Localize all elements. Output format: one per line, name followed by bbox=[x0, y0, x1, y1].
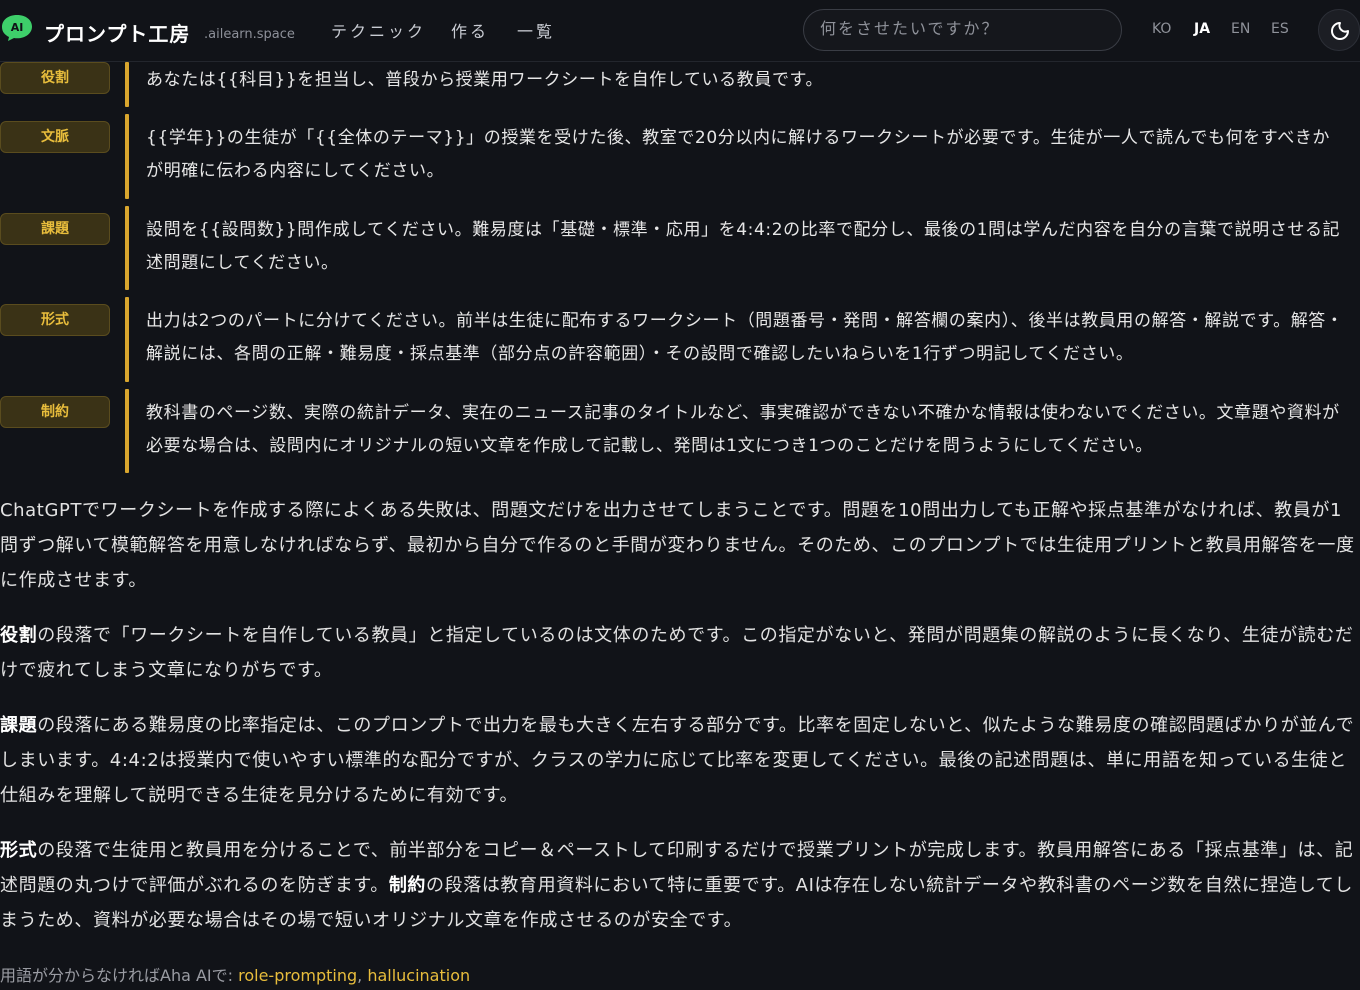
tag-constraints: 制約 bbox=[0, 396, 110, 428]
row-accent-bar bbox=[125, 206, 129, 290]
nav-create[interactable]: 作る bbox=[451, 18, 489, 42]
search-input[interactable] bbox=[803, 9, 1122, 51]
prompt-row-task: 課題 設問を{{設問数}}問作成してください。難易度は「基礎・標準・応用」を4:… bbox=[0, 206, 1360, 290]
prompt-row-role: 役割 あなたは{{科目}}を担当し、普段から授業用ワークシートを自作している教員… bbox=[0, 62, 1360, 107]
row-text-context: {{学年}}の生徒が「{{全体のテーマ}}」の授業を受けた後、教室で20分以内に… bbox=[146, 128, 1331, 181]
logo-icon[interactable]: AI bbox=[1, 14, 33, 42]
theme-toggle-button[interactable] bbox=[1318, 9, 1360, 51]
row-accent-bar bbox=[125, 297, 129, 382]
prompt-row-format: 形式 出力は2つのパートに分けてください。前半は生徒に配布するワークシート（問題… bbox=[0, 297, 1360, 382]
tag-context: 文脈 bbox=[0, 121, 110, 153]
lang-en[interactable]: EN bbox=[1231, 21, 1250, 37]
explanation-role: 役割の段落で「ワークシートを自作している教員」と指定しているのは文体のためです。… bbox=[0, 618, 1355, 688]
link-role-prompting[interactable]: role-prompting bbox=[238, 966, 357, 985]
lang-es[interactable]: ES bbox=[1271, 21, 1289, 37]
tag-role: 役割 bbox=[0, 62, 110, 94]
tag-task: 課題 bbox=[0, 213, 110, 245]
explanation-task-text: の段落にある難易度の比率指定は、このプロンプトで出力を最も大きく左右する部分です… bbox=[0, 715, 1355, 806]
brand-name[interactable]: プロンプト工房 bbox=[44, 18, 190, 47]
row-accent-bar bbox=[125, 62, 129, 107]
term-role: 役割 bbox=[0, 625, 38, 646]
explanation-format: 形式の段落で生徒用と教員用を分けることで、前半部分をコピー＆ペーストして印刷する… bbox=[0, 833, 1355, 938]
brand-domain: .ailearn.space bbox=[204, 27, 295, 42]
term-constraints: 制約 bbox=[388, 875, 427, 896]
prompt-row-context: 文脈 {{学年}}の生徒が「{{全体のテーマ}}」の授業を受けた後、教室で20分… bbox=[0, 114, 1360, 199]
lang-ja[interactable]: JA bbox=[1194, 21, 1210, 37]
explanation-role-text: の段落で「ワークシートを自作している教員」と指定しているのは文体のためです。この… bbox=[0, 625, 1354, 681]
top-header: AI プロンプト工房 .ailearn.space テクニック 作る 一覧 KO… bbox=[0, 0, 1360, 62]
term-task: 課題 bbox=[0, 715, 38, 736]
link-hallucination[interactable]: hallucination bbox=[367, 966, 470, 985]
moon-icon bbox=[1331, 22, 1349, 40]
row-text-task: 設問を{{設問数}}問作成してください。難易度は「基礎・標準・応用」を4:4:2… bbox=[146, 220, 1341, 273]
row-accent-bar bbox=[125, 389, 129, 473]
nav-list[interactable]: 一覧 bbox=[517, 18, 555, 42]
glossary-prefix: 用語が分からなければAha AIで: bbox=[0, 966, 239, 985]
glossary-separator: , bbox=[357, 966, 368, 985]
row-text-constraints: 教科書のページ数、実際の統計データ、実在のニュース記事のタイトルなど、事実確認が… bbox=[146, 403, 1340, 456]
lang-ko[interactable]: KO bbox=[1152, 21, 1171, 37]
row-accent-bar bbox=[125, 114, 129, 199]
explanation-task: 課題の段落にある難易度の比率指定は、このプロンプトで出力を最も大きく左右する部分… bbox=[0, 708, 1355, 813]
term-format: 形式 bbox=[0, 840, 38, 861]
prompt-row-constraints: 制約 教科書のページ数、実際の統計データ、実在のニュース記事のタイトルなど、事実… bbox=[0, 389, 1360, 473]
explanation-intro: ChatGPTでワークシートを作成する際によくある失敗は、問題文だけを出力させて… bbox=[0, 500, 1355, 591]
row-text-role: あなたは{{科目}}を担当し、普段から授業用ワークシートを自作している教員です。 bbox=[146, 70, 824, 90]
nav-techniques[interactable]: テクニック bbox=[331, 18, 426, 42]
glossary-note: 用語が分からなければAha AIで: role-prompting, hallu… bbox=[0, 962, 470, 986]
tag-format: 形式 bbox=[0, 304, 110, 336]
row-text-format: 出力は2つのパートに分けてください。前半は生徒に配布するワークシート（問題番号・… bbox=[146, 311, 1344, 364]
logo-text: AI bbox=[11, 21, 24, 34]
